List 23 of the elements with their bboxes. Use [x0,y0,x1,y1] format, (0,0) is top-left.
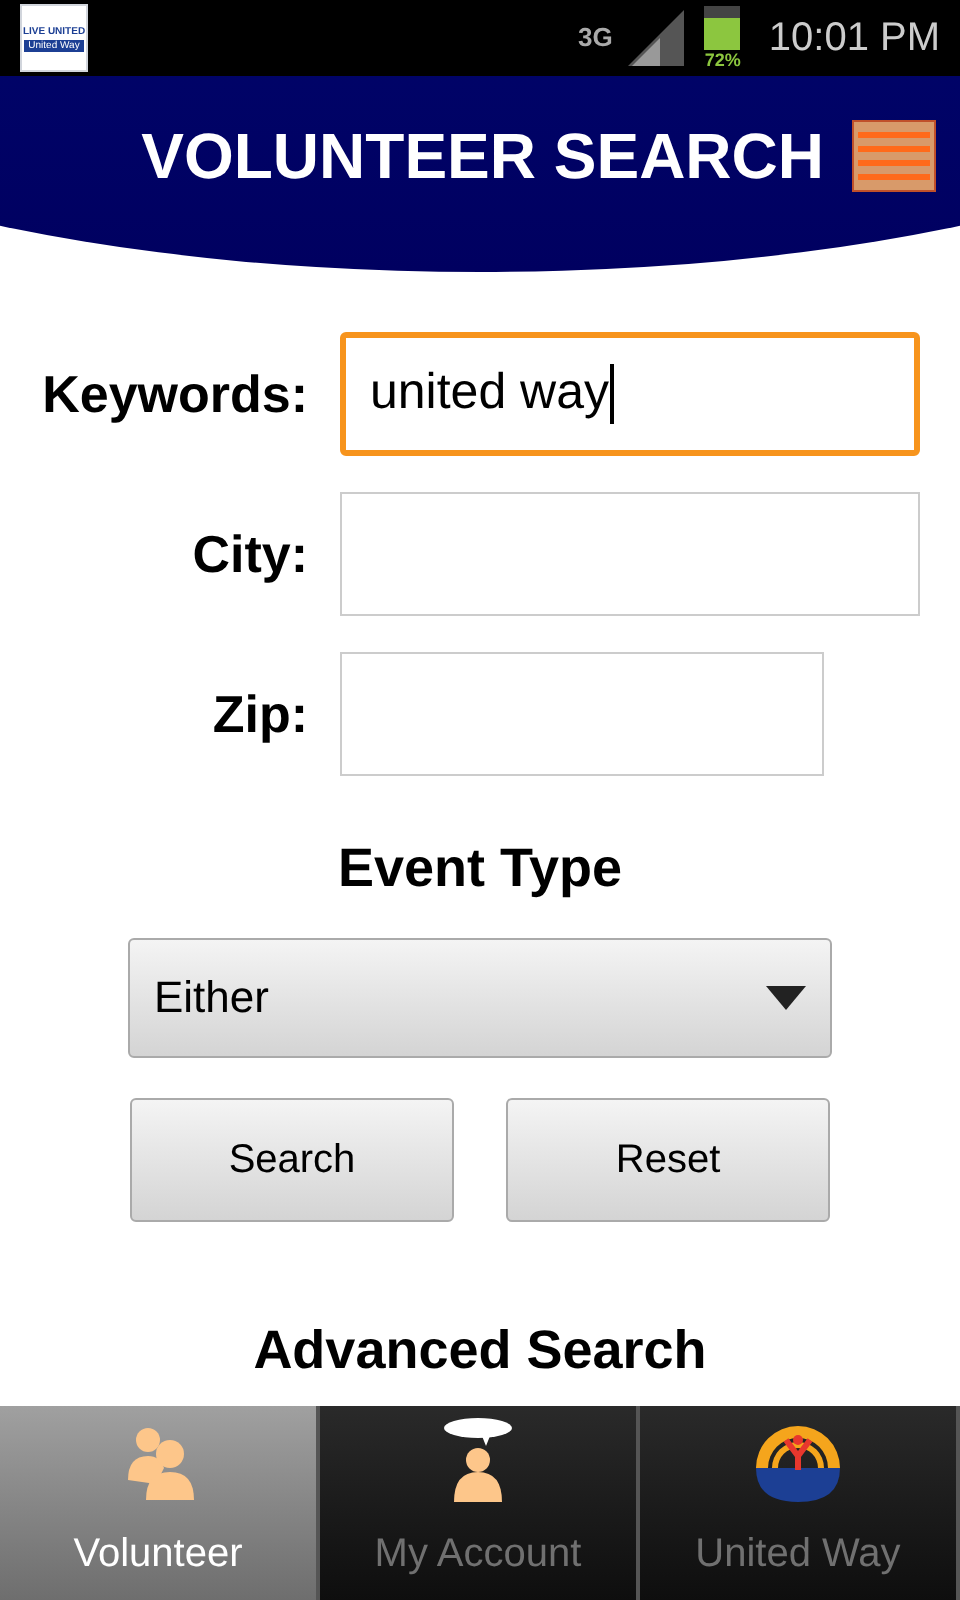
network-type: 3G [578,20,613,57]
menu-button[interactable] [852,120,936,192]
dropdown-arrow-icon [766,985,806,1009]
action-button[interactable]: Search [130,1097,454,1221]
page-title: VOLUNTEER SEARCH [141,118,824,196]
tab[interactable]: My Account [320,1406,640,1600]
action-button[interactable]: Reset [506,1097,830,1221]
field-label: Keywords: [40,361,310,427]
input-field[interactable] [340,652,824,776]
section-heading: Event Type [337,836,623,902]
tab[interactable]: United Way [640,1406,960,1600]
signal-icon [628,10,685,66]
person-speech-icon [442,1416,514,1504]
battery-icon [704,6,741,50]
field-label: Zip: [210,681,310,747]
field-label: City: [190,521,310,587]
advanced-search-link[interactable]: Advanced Search [253,1309,707,1390]
input-field[interactable] [340,492,920,616]
event-type-dropdown[interactable]: Either [128,937,832,1057]
input-field[interactable]: united way [340,332,920,456]
clock: 10:01 PM [768,14,940,64]
tab[interactable]: Volunteer [0,1406,320,1600]
battery-percent: 72% [704,52,741,70]
